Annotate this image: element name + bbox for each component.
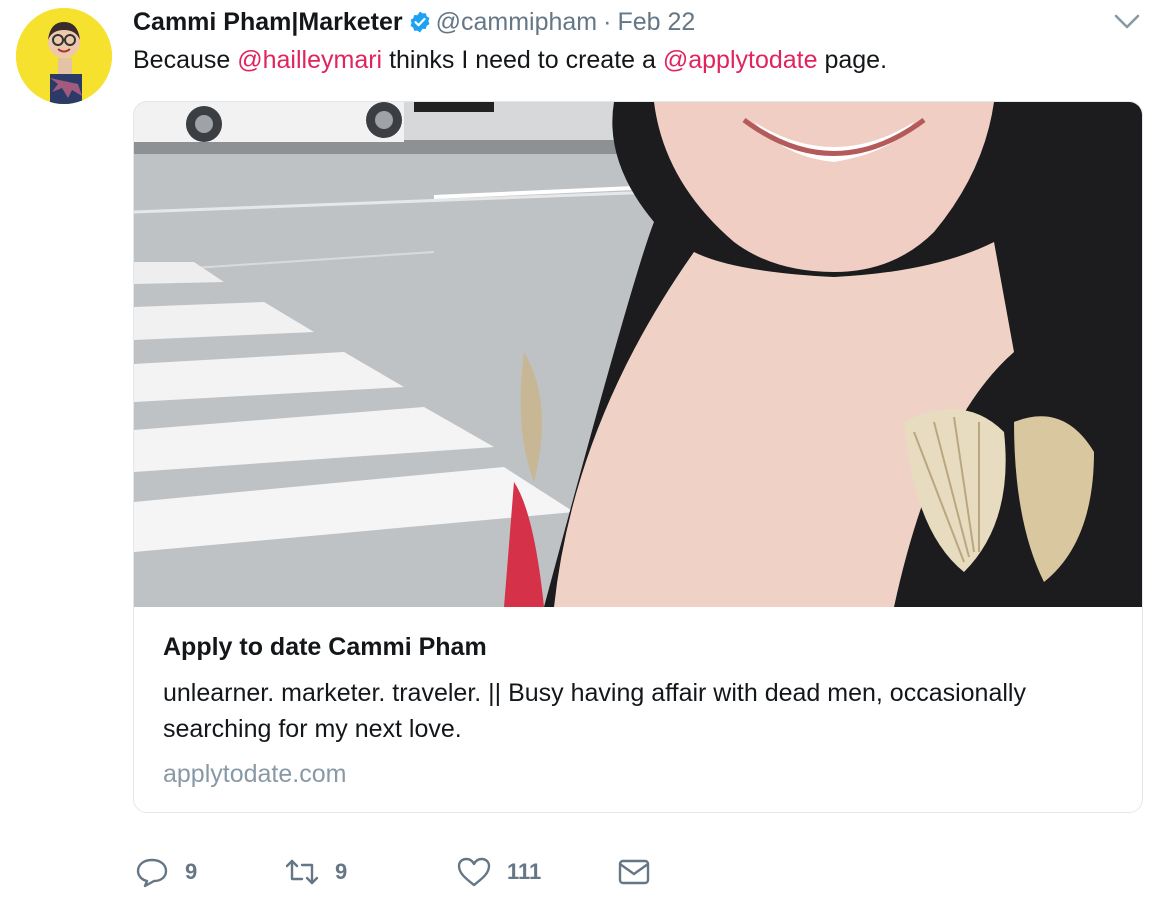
tweet-text-part: thinks I need to create a <box>382 46 663 74</box>
author-handle[interactable]: @cammipham <box>436 8 598 37</box>
direct-message-button[interactable] <box>615 850 653 894</box>
tweet-date[interactable]: Feb 22 <box>617 8 695 37</box>
author-name[interactable]: Cammi Pham|Marketer <box>133 8 403 37</box>
verified-badge-icon <box>408 10 432 34</box>
card-description: unlearner. marketer. traveler. || Busy h… <box>163 679 1026 743</box>
tweet-actions: 9 9 111 <box>133 850 693 894</box>
like-count: 111 <box>507 859 542 884</box>
avatar[interactable] <box>16 8 112 104</box>
tweet-text: Because @hailleymari thinks I need to cr… <box>133 44 887 76</box>
envelope-icon <box>615 853 653 891</box>
heart-icon <box>455 853 493 891</box>
mention-hailleymari[interactable]: @hailleymari <box>237 46 382 74</box>
link-card[interactable]: Apply to date Cammi Pham unlearner. mark… <box>133 101 1143 813</box>
retweet-button[interactable]: 9 <box>283 850 347 894</box>
separator-dot: · <box>603 7 612 36</box>
mention-applytodate[interactable]: @applytodate <box>663 46 818 74</box>
reply-button[interactable]: 9 <box>133 850 197 894</box>
tweet-text-part: page. <box>817 46 888 74</box>
retweet-count: 9 <box>335 859 348 884</box>
tweet-text-part: Because <box>133 46 238 74</box>
chevron-down-icon[interactable] <box>1113 10 1141 32</box>
retweet-icon <box>283 853 321 891</box>
card-domain[interactable]: applytodate.com <box>163 760 346 789</box>
tweet[interactable]: Cammi Pham|Marketer @cammipham · Feb 22 … <box>0 0 1160 904</box>
reply-icon <box>133 853 171 891</box>
like-button[interactable]: 111 <box>455 850 541 894</box>
reply-count: 9 <box>185 859 198 884</box>
card-image[interactable] <box>134 102 1142 607</box>
card-title[interactable]: Apply to date Cammi Pham <box>163 633 487 662</box>
tweet-header: Cammi Pham|Marketer @cammipham · Feb 22 <box>133 4 695 40</box>
